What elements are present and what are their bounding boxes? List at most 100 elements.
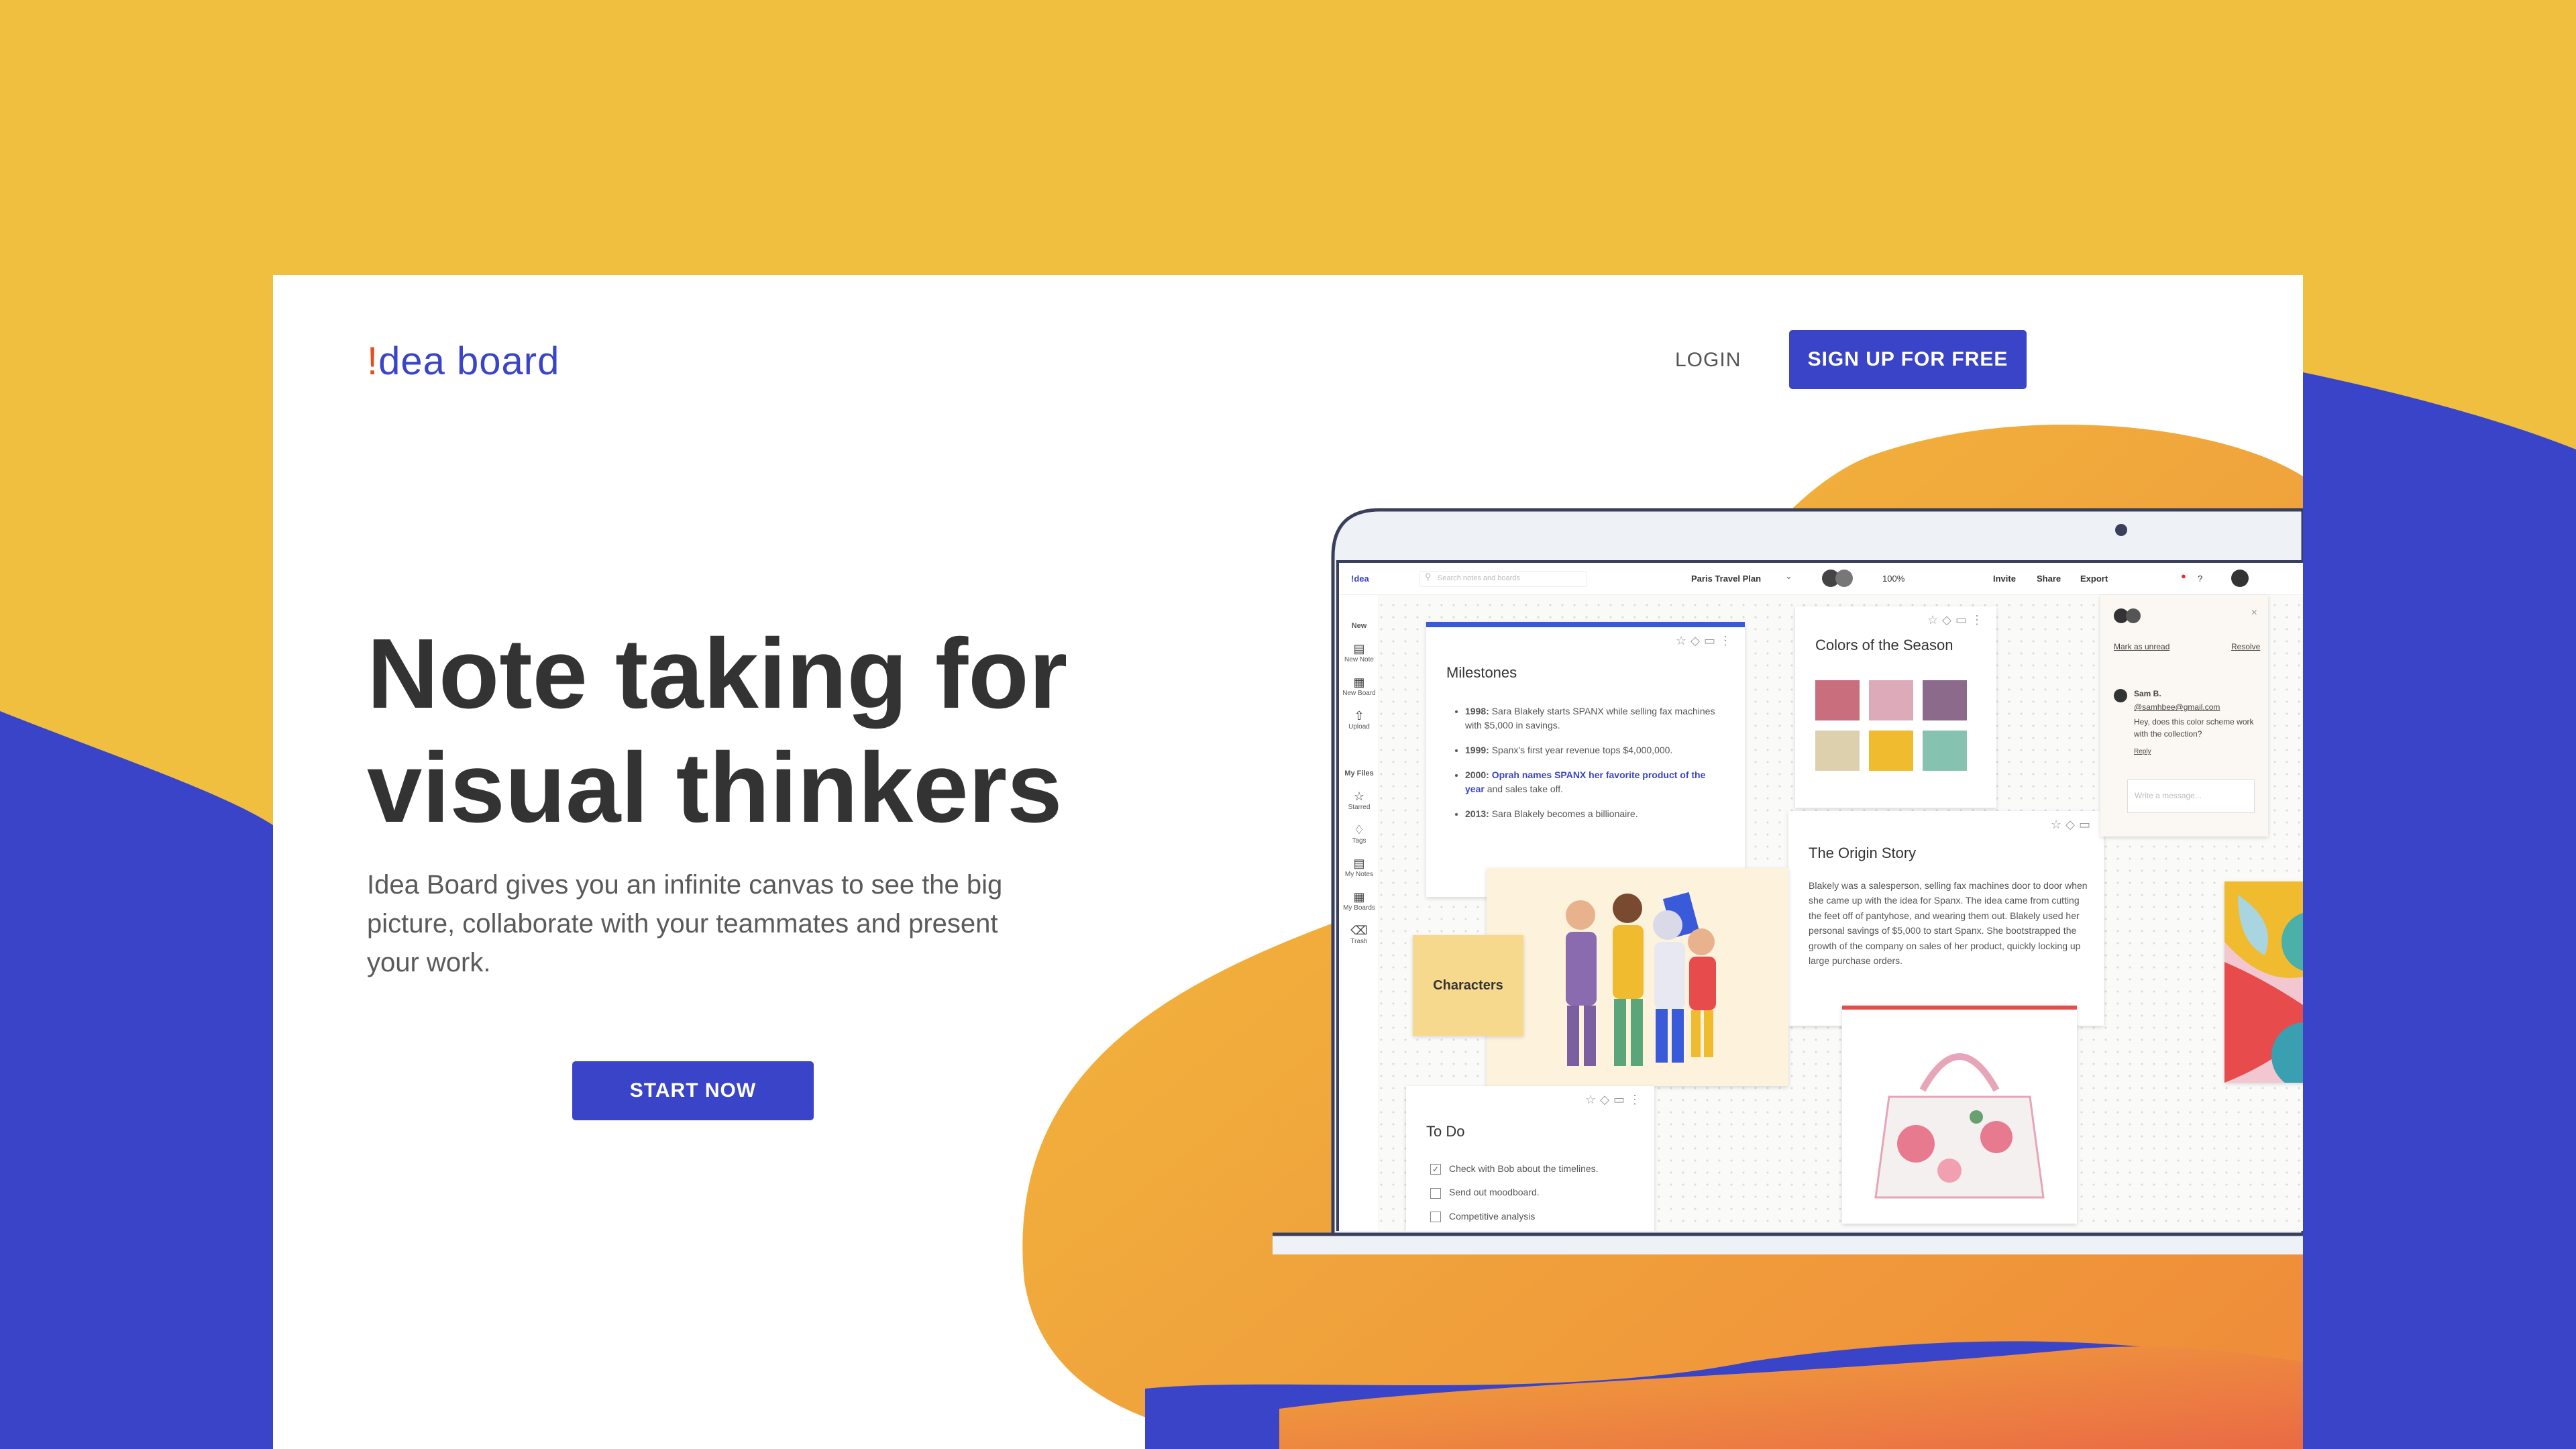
note-title: Colors of the Season — [1815, 637, 1953, 653]
hero-title: Note taking for visual thinkers — [367, 619, 1068, 844]
upload-icon: ⇧ — [1354, 709, 1364, 722]
sidebar-item-starred[interactable]: ☆ Starred — [1339, 790, 1379, 811]
app-logo[interactable]: !dea — [1351, 574, 1369, 584]
illustration-people — [1566, 892, 1716, 1066]
chevron-down-icon[interactable]: ⌄ — [1785, 571, 1792, 582]
list-item: Competitive analysis — [1430, 1211, 1652, 1222]
sidebar-item-my-notes[interactable]: ▤ My Notes — [1339, 857, 1379, 878]
color-swatch — [1923, 680, 1967, 720]
list-item: 1998: Sara Blakely starts SPANX while se… — [1465, 704, 1727, 733]
zoom-level[interactable]: 100% — [1882, 574, 1904, 584]
sidebar-item-label: New Note — [1344, 656, 1374, 663]
milestone-year: 1998: — [1465, 706, 1489, 716]
sidebar-item-label: New Board — [1342, 690, 1376, 697]
resolve-link[interactable]: Resolve — [2231, 642, 2260, 651]
milestone-text: and sales take off. — [1484, 784, 1564, 794]
sidebar-item-label: Trash — [1350, 938, 1368, 945]
list-item: ✓ Check with Bob about the timelines. — [1430, 1163, 1652, 1175]
todo-label: Competitive analysis — [1449, 1210, 1536, 1222]
help-icon[interactable]: ? — [2198, 574, 2202, 584]
share-link[interactable]: Share — [2037, 574, 2061, 584]
characters-sticky-note[interactable]: Characters — [1413, 935, 1523, 1036]
export-link[interactable]: Export — [2080, 574, 2108, 584]
color-swatch — [1869, 680, 1913, 720]
milestone-text: Sara Blakely becomes a billionaire. — [1489, 808, 1638, 819]
sidebar-heading-new: New — [1351, 622, 1367, 630]
bell-icon[interactable]: ● — [2181, 571, 2186, 581]
color-swatch — [1815, 731, 1860, 771]
sidebar-item-tags[interactable]: ♢ Tags — [1339, 823, 1379, 845]
note-title: Milestones — [1446, 664, 1517, 681]
milestone-year: 2013: — [1465, 808, 1489, 819]
sidebar-item-new-board[interactable]: ▦ New Board — [1339, 676, 1379, 697]
todo-note[interactable]: ☆◇▭⋮ To Do ✓ Check with Bob about the tim… — [1406, 1086, 1654, 1231]
checkbox[interactable] — [1430, 1211, 1441, 1222]
search-icon: ⚲ — [1425, 572, 1432, 582]
milestone-year: 1999: — [1465, 745, 1489, 755]
abstract-pattern — [2224, 881, 2303, 1083]
board-name[interactable]: Paris Travel Plan — [1691, 574, 1761, 584]
pattern-image[interactable] — [2224, 881, 2303, 1083]
comments-panel: × Mark as unread Resolve Sam B. @samhbee… — [2100, 595, 2268, 837]
comment-author: Sam B. — [2134, 689, 2161, 698]
todo-label: Check with Bob about the timelines. — [1449, 1163, 1599, 1174]
colors-note[interactable]: ☆◇▭⋮ Colors of the Season — [1795, 606, 1996, 808]
color-swatch — [1815, 680, 1860, 720]
avatar[interactable] — [1835, 570, 1853, 587]
color-swatch — [1923, 731, 1967, 771]
characters-image[interactable] — [1487, 868, 1788, 1086]
board-icon: ▦ — [1353, 676, 1365, 689]
login-link[interactable]: LOGIN — [1675, 349, 1741, 372]
search-input[interactable]: Search notes and boards — [1419, 571, 1587, 587]
start-now-button[interactable]: START NOW — [572, 1061, 814, 1120]
note-title: The Origin Story — [1809, 845, 1917, 861]
brand-logo[interactable]: !dea board — [367, 339, 559, 384]
note-toolbar[interactable]: ☆◇▭⋮ — [1927, 613, 1987, 627]
sidebar-item-label: My Boards — [1343, 904, 1375, 912]
sidebar-item-trash[interactable]: ⌫ Trash — [1339, 924, 1379, 945]
app-topbar: !dea Search notes and boards ⚲ Paris Tra… — [1339, 563, 2303, 595]
signup-button[interactable]: SIGN UP FOR FREE — [1789, 330, 2027, 389]
note-toolbar[interactable]: ☆◇▭⋮ — [1585, 1093, 1645, 1107]
checkbox-checked[interactable]: ✓ — [1430, 1164, 1441, 1175]
mark-unread-link[interactable]: Mark as unread — [2114, 642, 2169, 651]
user-avatar[interactable] — [2231, 570, 2249, 587]
star-icon: ☆ — [1353, 790, 1365, 803]
app-sidebar: New ▤ New Note ▦ New Board ⇧ Upload My File… — [1339, 595, 1379, 1231]
logo-text: dea board — [378, 339, 560, 383]
invite-link[interactable]: Invite — [1993, 574, 2016, 584]
milestones-list: 1998: Sara Blakely starts SPANX while se… — [1465, 704, 1727, 832]
sidebar-item-label: Starred — [1348, 804, 1371, 811]
origin-story-note[interactable]: ☆◇▭ The Origin Story Blakely was a sales… — [1788, 811, 2104, 1026]
milestone-year: 2000: — [1465, 769, 1489, 780]
milestones-note[interactable]: ☆◇▭⋮ Milestones 1998: Sara Blakely start… — [1426, 622, 1745, 897]
color-swatch — [1869, 731, 1913, 771]
app-screen: !dea Search notes and boards ⚲ Paris Tra… — [1336, 560, 2303, 1231]
list-item: 2000: Oprah names SPANX her favorite pro… — [1465, 768, 1727, 796]
sidebar-item-upload[interactable]: ⇧ Upload — [1339, 709, 1379, 731]
note-toolbar[interactable]: ☆◇▭ — [2051, 818, 2094, 832]
sidebar-heading-files: My Files — [1344, 769, 1374, 777]
handbag-illustration — [1874, 1053, 2045, 1199]
todo-list: ✓ Check with Bob about the timelines. Sen… — [1430, 1163, 1652, 1231]
tag-icon: ♢ — [1353, 823, 1365, 837]
notes-icon: ▤ — [1353, 857, 1365, 870]
logo-mark: ! — [367, 339, 379, 383]
note-icon: ▤ — [1353, 642, 1365, 655]
checkbox[interactable] — [1430, 1187, 1441, 1199]
list-item: 2013: Sara Blakely becomes a billionaire… — [1465, 807, 1727, 821]
comment-input[interactable]: Write a message... — [2127, 780, 2255, 813]
sidebar-item-new-note[interactable]: ▤ New Note — [1339, 642, 1379, 663]
close-icon[interactable]: × — [2251, 607, 2257, 619]
comment-message: Hey, does this color scheme work with th… — [2134, 717, 2254, 739]
trash-icon: ⌫ — [1350, 924, 1368, 937]
handbag-image[interactable] — [1842, 1006, 2077, 1224]
sidebar-item-label: My Notes — [1344, 871, 1374, 878]
sidebar-item-my-boards[interactable]: ▦ My Boards — [1339, 890, 1379, 912]
reply-link[interactable]: Reply — [2134, 748, 2151, 755]
note-toolbar[interactable]: ☆◇▭⋮ — [1676, 634, 1735, 648]
comment-mention[interactable]: @samhbee@gmail.com — [2134, 702, 2220, 712]
todo-label: Send out moodboard. — [1449, 1187, 1540, 1198]
hero-subtitle: Idea Board gives you an infinite canvas … — [367, 870, 1003, 977]
avatar — [2126, 608, 2141, 623]
